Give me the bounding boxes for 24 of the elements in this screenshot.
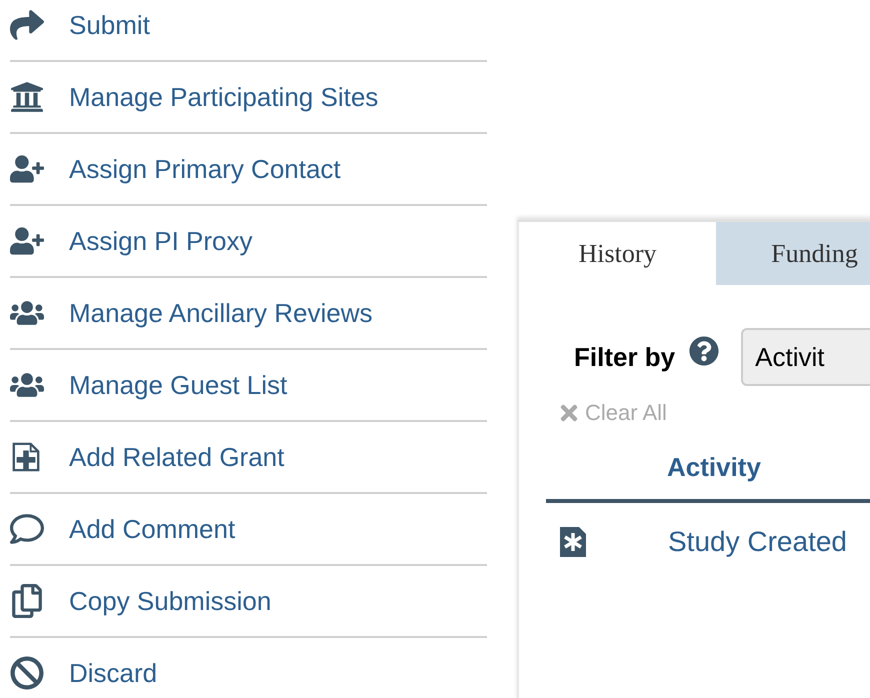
ban-icon bbox=[10, 656, 44, 690]
filter-dropdown[interactable]: Activit bbox=[741, 328, 870, 386]
action-link[interactable]: Assign PI Proxy bbox=[10, 206, 487, 278]
comment-icon bbox=[10, 512, 44, 546]
action-link[interactable]: Discard bbox=[10, 638, 487, 698]
action-link[interactable]: Add Related Grant bbox=[10, 422, 487, 494]
action-link[interactable]: Copy Submission bbox=[10, 566, 487, 638]
table-cell[interactable]: Study Created bbox=[668, 526, 847, 558]
building-icon bbox=[10, 80, 44, 114]
action-link[interactable]: Manage Participating Sites bbox=[10, 62, 487, 134]
column-header[interactable]: Activity bbox=[667, 452, 761, 483]
share-arrow-icon bbox=[10, 8, 44, 42]
tab[interactable]: Funding bbox=[716, 222, 870, 285]
action-link[interactable]: Add Comment bbox=[10, 494, 487, 566]
filter-label: Filter by bbox=[574, 342, 676, 372]
action-link[interactable]: Manage Ancillary Reviews bbox=[10, 278, 487, 350]
action-link[interactable]: Manage Guest List bbox=[10, 350, 487, 422]
tab[interactable]: History bbox=[519, 222, 716, 285]
copy-icon bbox=[10, 584, 44, 618]
action-link[interactable]: Assign Primary Contact bbox=[10, 134, 487, 206]
file-plus-icon bbox=[10, 442, 42, 472]
help-icon[interactable] bbox=[689, 336, 720, 366]
file-star-icon bbox=[558, 525, 588, 559]
action-link[interactable]: Submit bbox=[10, 0, 487, 62]
